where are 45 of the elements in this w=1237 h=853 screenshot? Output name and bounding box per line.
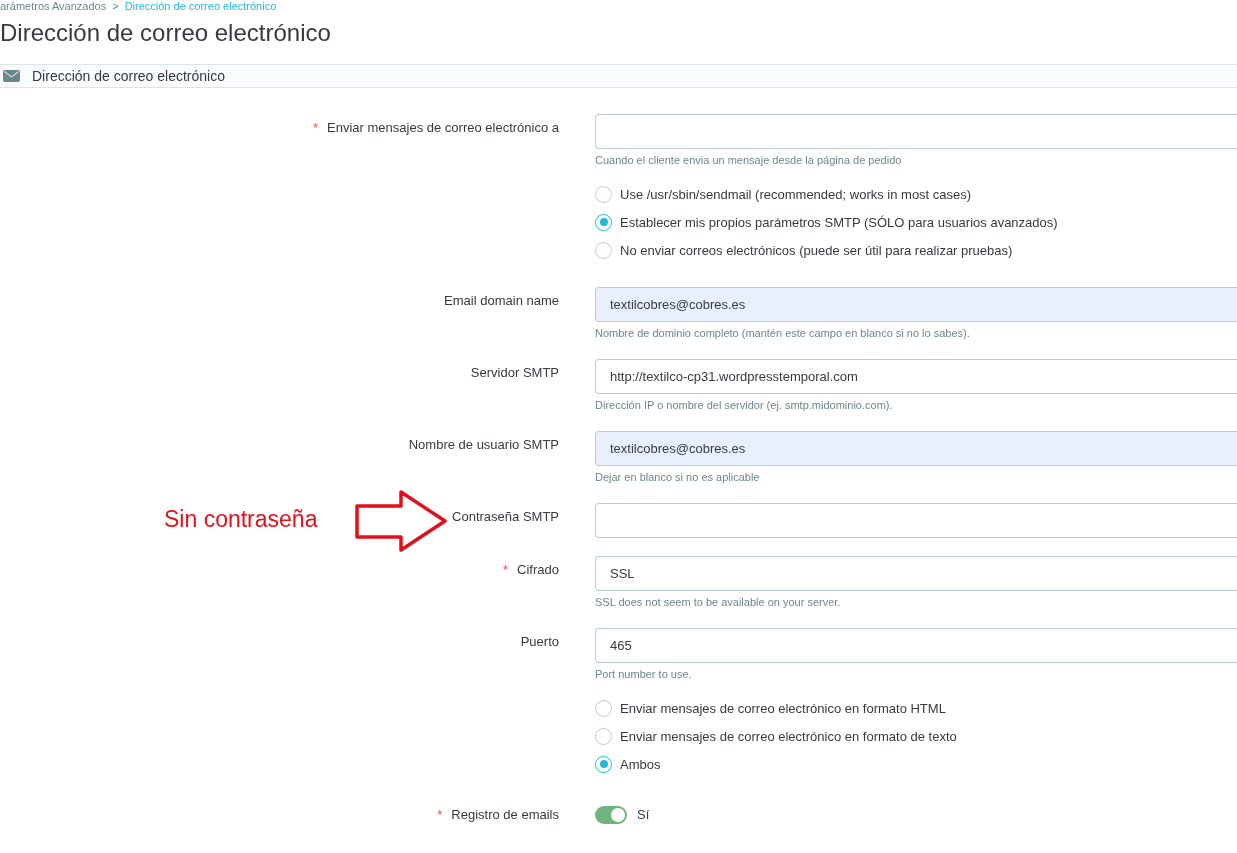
text-field[interactable]: textilcobres@cobres.es xyxy=(595,431,1237,466)
text-field[interactable] xyxy=(595,503,1237,538)
radio-option[interactable]: No enviar correos electrónicos (puede ser útil para realizar pruebas) xyxy=(595,236,1013,264)
arrow-icon xyxy=(354,489,449,554)
radio-option[interactable]: Use /usr/sbin/sendmail (recommended; works in most cases) xyxy=(595,180,972,208)
field-label: Puerto xyxy=(520,633,559,651)
field-label: Cifrado xyxy=(517,561,559,579)
page-title: Dirección de correo electrónico xyxy=(0,19,331,47)
radio-icon[interactable] xyxy=(595,755,612,773)
field-label: Nombre de usuario SMTP xyxy=(408,436,559,454)
text-field[interactable]: 465 xyxy=(595,628,1237,663)
required-asterisk: * xyxy=(313,119,319,137)
breadcrumb-link[interactable]: arámetros Avanzados xyxy=(0,0,107,12)
radio-icon[interactable] xyxy=(595,727,612,745)
text-field[interactable] xyxy=(595,114,1237,149)
radio-icon[interactable] xyxy=(595,213,612,231)
breadcrumb-separator: > xyxy=(112,0,119,12)
radio-option[interactable]: Ambos xyxy=(595,750,661,778)
help-text: Cuando el cliente envia un mensaje desde la página de pedido xyxy=(595,153,902,168)
annotation-text: Sin contraseña xyxy=(164,506,318,532)
radio-option[interactable]: Enviar mensajes de correo electrónico en formato HTML xyxy=(595,694,946,722)
toggle-switch[interactable] xyxy=(595,806,627,824)
field-label: Enviar mensajes de correo electrónico a xyxy=(327,119,559,137)
radio-option[interactable]: Enviar mensajes de correo electrónico en formato de texto xyxy=(595,722,957,750)
text-field[interactable]: http://textilco-cp31.wordpresstemporal.com xyxy=(595,359,1237,394)
field-label: Contraseña SMTP xyxy=(452,508,559,526)
radio-icon[interactable] xyxy=(595,699,612,717)
radio-icon[interactable] xyxy=(595,185,612,203)
required-asterisk: * xyxy=(503,561,509,579)
help-text: Port number to use. xyxy=(595,667,692,682)
field-label: Email domain name xyxy=(444,292,559,310)
text-field[interactable]: SSL xyxy=(595,556,1237,591)
required-asterisk: * xyxy=(437,806,443,824)
radio-icon[interactable] xyxy=(595,241,612,259)
field-label: Servidor SMTP xyxy=(470,364,559,382)
help-text: SSL does not seem to be available on your server. xyxy=(595,595,841,610)
field-label: Registro de emails xyxy=(451,806,559,824)
radio-option[interactable]: Establecer mis propios parámetros SMTP (SÓLO para usuarios avanzados) xyxy=(595,208,1058,236)
envelope-icon xyxy=(3,70,20,82)
switch-state-label: Sí xyxy=(637,806,650,824)
help-text: Nombre de dominio completo (mantén este campo en blanco si no lo sabes). xyxy=(595,326,970,341)
text-field[interactable]: textilcobres@cobres.es xyxy=(595,287,1237,322)
help-text: Dejar en blanco si no es aplicable xyxy=(595,470,760,485)
help-text: Dirección IP o nombre del servidor (ej. smtp.midominio.com). xyxy=(595,398,893,413)
card-title: Dirección de correo electrónico xyxy=(32,67,225,85)
